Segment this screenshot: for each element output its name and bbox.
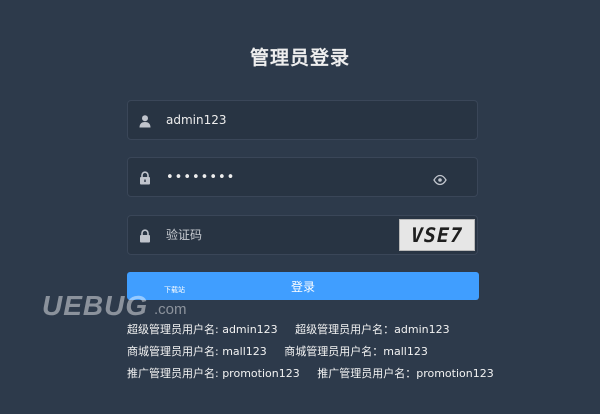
page-title: 管理员登录 (249, 47, 350, 69)
username-field[interactable] (127, 100, 478, 140)
user-icon (138, 113, 152, 128)
captcha-image[interactable]: VSE7 (399, 219, 475, 251)
lock-icon (138, 170, 152, 185)
captcha-input[interactable] (166, 216, 416, 254)
demo-accounts: 超级管理员用户名: admin123 超级管理员用户名：admin123 商城管… (127, 323, 587, 389)
watermark-badge: 下载站 (160, 285, 189, 296)
account-text: 推广管理员用户名：promotion123 (317, 367, 494, 380)
password-field[interactable] (127, 157, 478, 197)
captcha-field[interactable]: VSE7 (127, 215, 478, 255)
username-input[interactable] (166, 101, 416, 139)
captcha-text: VSE7 (408, 223, 466, 247)
lock-icon (138, 228, 152, 243)
account-row: 超级管理员用户名: admin123 超级管理员用户名：admin123 (127, 323, 587, 343)
account-text: 超级管理员用户名: admin123 (127, 323, 278, 336)
account-row: 推广管理员用户名: promotion123 推广管理员用户名：promotio… (127, 367, 587, 387)
password-input[interactable] (166, 158, 416, 196)
account-text: 商城管理员用户名：mall123 (284, 345, 428, 358)
account-row: 商城管理员用户名: mall123 商城管理员用户名：mall123 (127, 345, 587, 365)
watermark-brand: UEBUG (42, 290, 149, 321)
account-text: 推广管理员用户名: promotion123 (127, 367, 300, 380)
account-text: 商城管理员用户名: mall123 (127, 345, 267, 358)
account-text: 超级管理员用户名：admin123 (295, 323, 450, 336)
watermark-domain: .com (154, 301, 187, 318)
eye-icon[interactable] (433, 171, 447, 186)
